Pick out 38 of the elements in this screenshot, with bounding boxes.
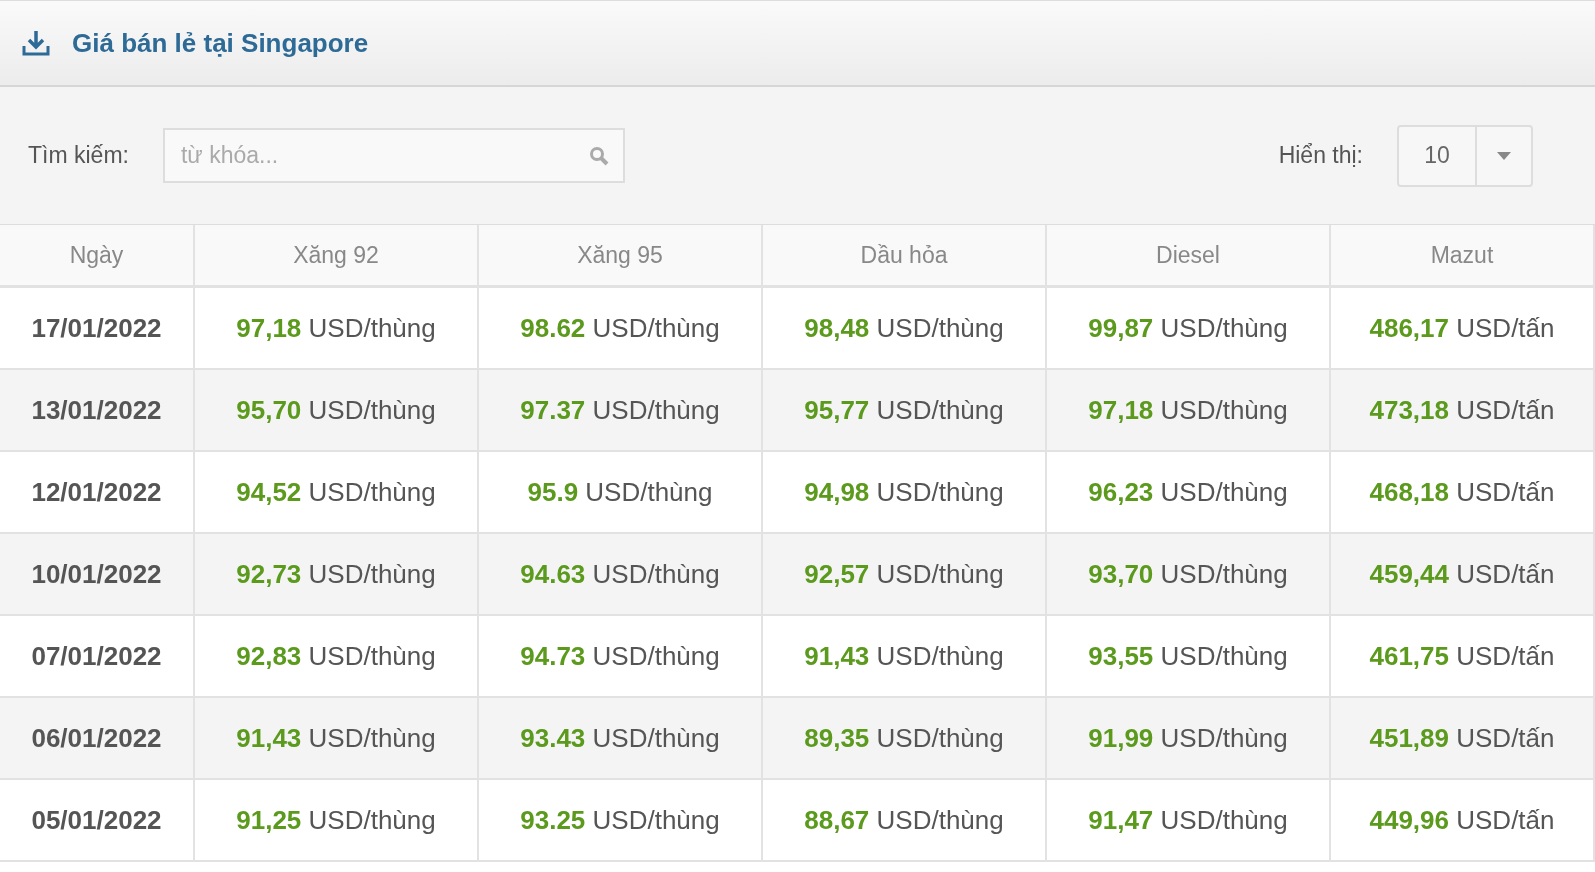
price-cell: 91,43 USD/thùng bbox=[195, 698, 479, 780]
page-size-label: Hiển thị: bbox=[1278, 141, 1363, 171]
price-cell: 91,47 USD/thùng bbox=[1047, 780, 1331, 862]
column-header: Xăng 95 bbox=[479, 225, 763, 288]
caret-icon bbox=[1497, 151, 1511, 160]
search-field[interactable]: từ khóa... bbox=[162, 128, 625, 183]
column-header: Mazut bbox=[1331, 225, 1595, 288]
price-cell: 95,70 USD/thùng bbox=[195, 370, 479, 452]
date-cell: 10/01/2022 bbox=[0, 534, 195, 616]
column-header: Dầu hỏa bbox=[763, 225, 1047, 288]
price-cell: 473,18 USD/tấn bbox=[1331, 370, 1595, 452]
price-cell: 91,25 USD/thùng bbox=[195, 780, 479, 862]
panel-title: Giá bán lẻ tại Singapore bbox=[72, 26, 369, 60]
date-cell: 06/01/2022 bbox=[0, 698, 195, 780]
download-icon bbox=[22, 30, 50, 56]
price-cell: 451,89 USD/tấn bbox=[1331, 698, 1595, 780]
price-cell: 97.37 USD/thùng bbox=[479, 370, 763, 452]
page-size-dropdown[interactable]: 10 bbox=[1397, 124, 1533, 187]
price-cell: 95,77 USD/thùng bbox=[763, 370, 1047, 452]
price-cell: 449,96 USD/tấn bbox=[1331, 780, 1595, 862]
price-cell: 88,67 USD/thùng bbox=[763, 780, 1047, 862]
search-icon bbox=[588, 146, 609, 166]
column-header: Diesel bbox=[1047, 225, 1331, 288]
column-header: Ngày bbox=[0, 225, 195, 288]
price-cell: 91,99 USD/thùng bbox=[1047, 698, 1331, 780]
date-cell: 13/01/2022 bbox=[0, 370, 195, 452]
price-cell: 94.63 USD/thùng bbox=[479, 534, 763, 616]
price-cell: 93,70 USD/thùng bbox=[1047, 534, 1331, 616]
search-label: Tìm kiếm: bbox=[28, 141, 129, 171]
price-cell: 93.43 USD/thùng bbox=[479, 698, 763, 780]
price-cell: 97,18 USD/thùng bbox=[1047, 370, 1331, 452]
price-cell: 89,35 USD/thùng bbox=[763, 698, 1047, 780]
price-cell: 459,44 USD/tấn bbox=[1331, 534, 1595, 616]
column-header: Xăng 92 bbox=[195, 225, 479, 288]
price-cell: 92,73 USD/thùng bbox=[195, 534, 479, 616]
price-cell: 92,57 USD/thùng bbox=[763, 534, 1047, 616]
date-cell: 05/01/2022 bbox=[0, 780, 195, 862]
price-cell: 93.25 USD/thùng bbox=[479, 780, 763, 862]
